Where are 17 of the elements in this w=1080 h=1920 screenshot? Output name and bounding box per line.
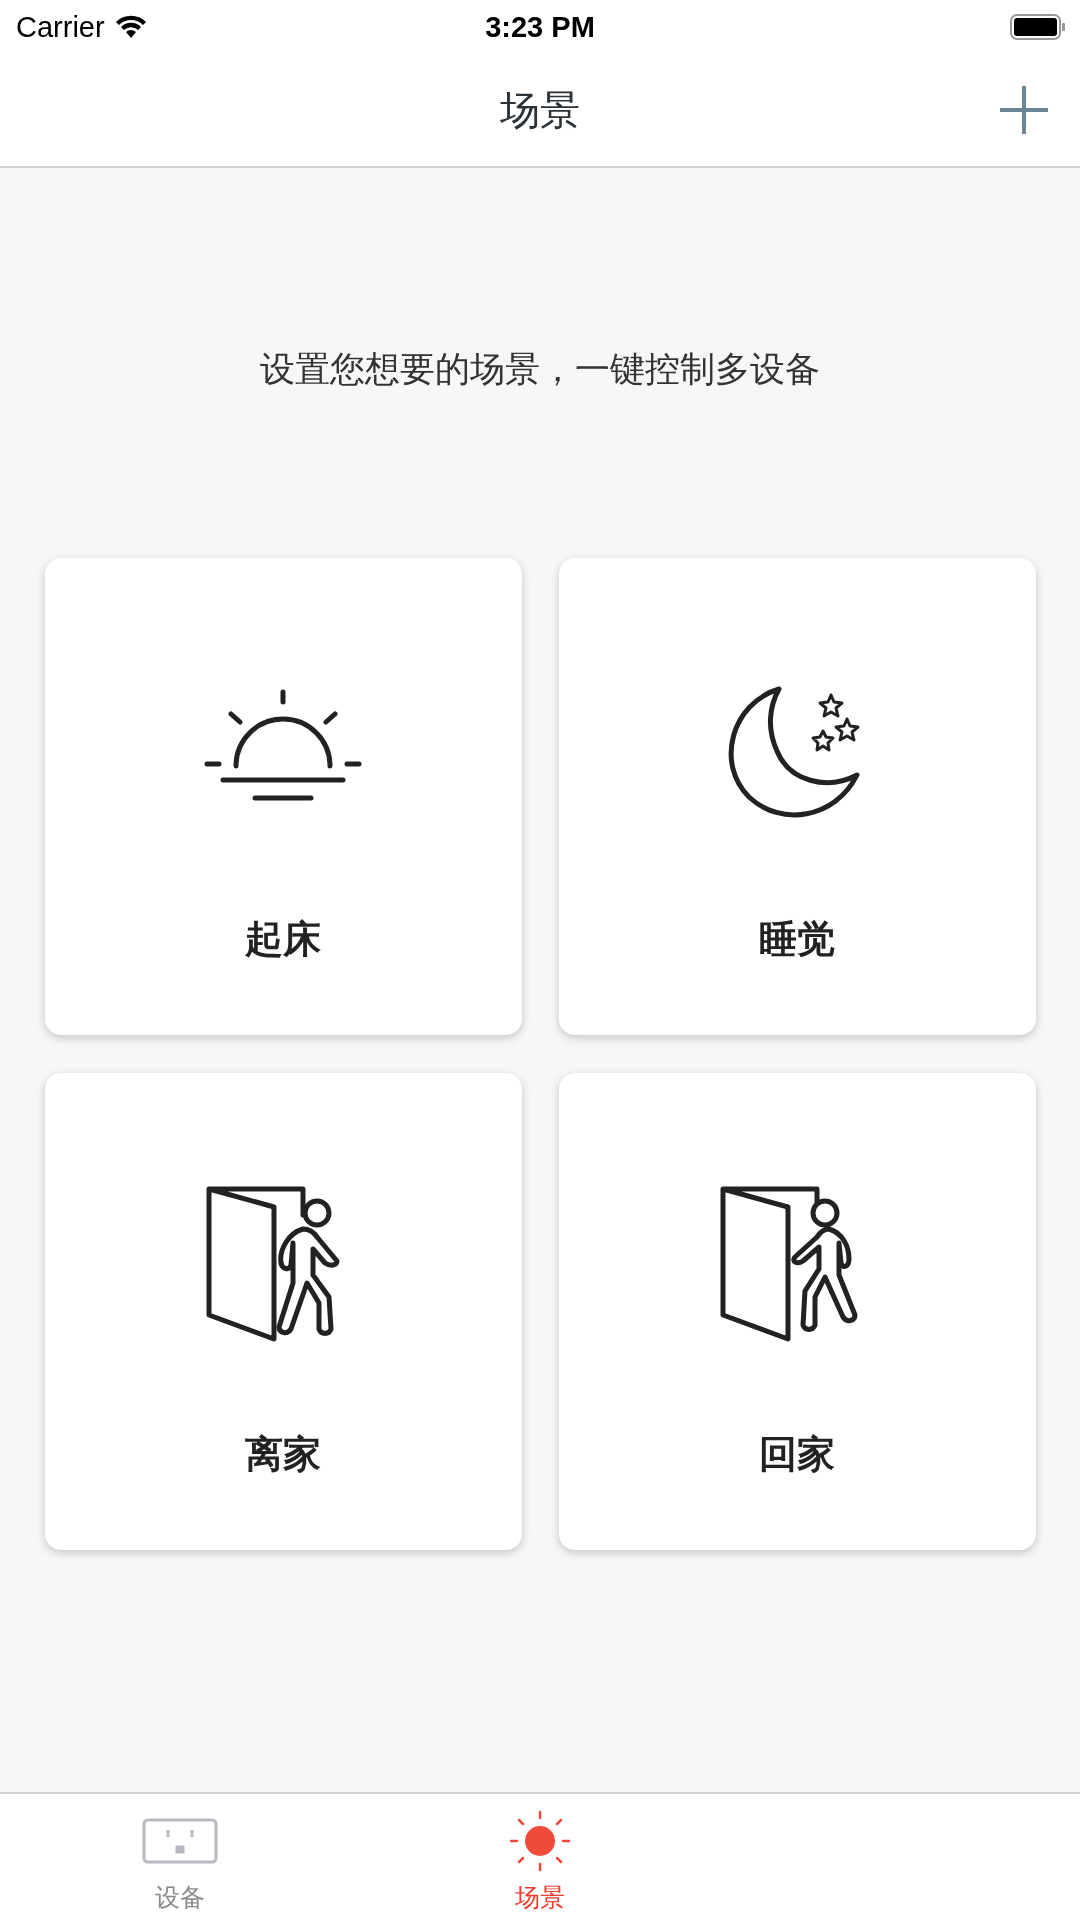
scene-label: 起床	[245, 917, 321, 962]
scene-label: 睡觉	[759, 917, 835, 962]
carrier-label: Carrier	[16, 10, 105, 44]
page-title: 场景	[500, 86, 580, 134]
time-label: 3:23 PM	[485, 10, 595, 43]
battery-icon	[1010, 14, 1066, 40]
scene-label: 回家	[759, 1432, 835, 1477]
scene-card[interactable]: 离家	[44, 1073, 522, 1550]
scene-card[interactable]: 起床	[44, 558, 522, 1035]
scene-label: 离家	[245, 1432, 321, 1477]
subtitle: 设置您想要的场景，一键控制多设备	[260, 348, 820, 390]
scene-card[interactable]: 回家	[558, 1073, 1036, 1550]
tab[interactable]: 场景	[360, 1794, 720, 1920]
wifi-icon	[114, 15, 147, 39]
outlet-icon	[142, 1818, 218, 1864]
scene-card[interactable]: 睡觉	[558, 558, 1036, 1035]
sun-icon	[509, 1810, 571, 1872]
